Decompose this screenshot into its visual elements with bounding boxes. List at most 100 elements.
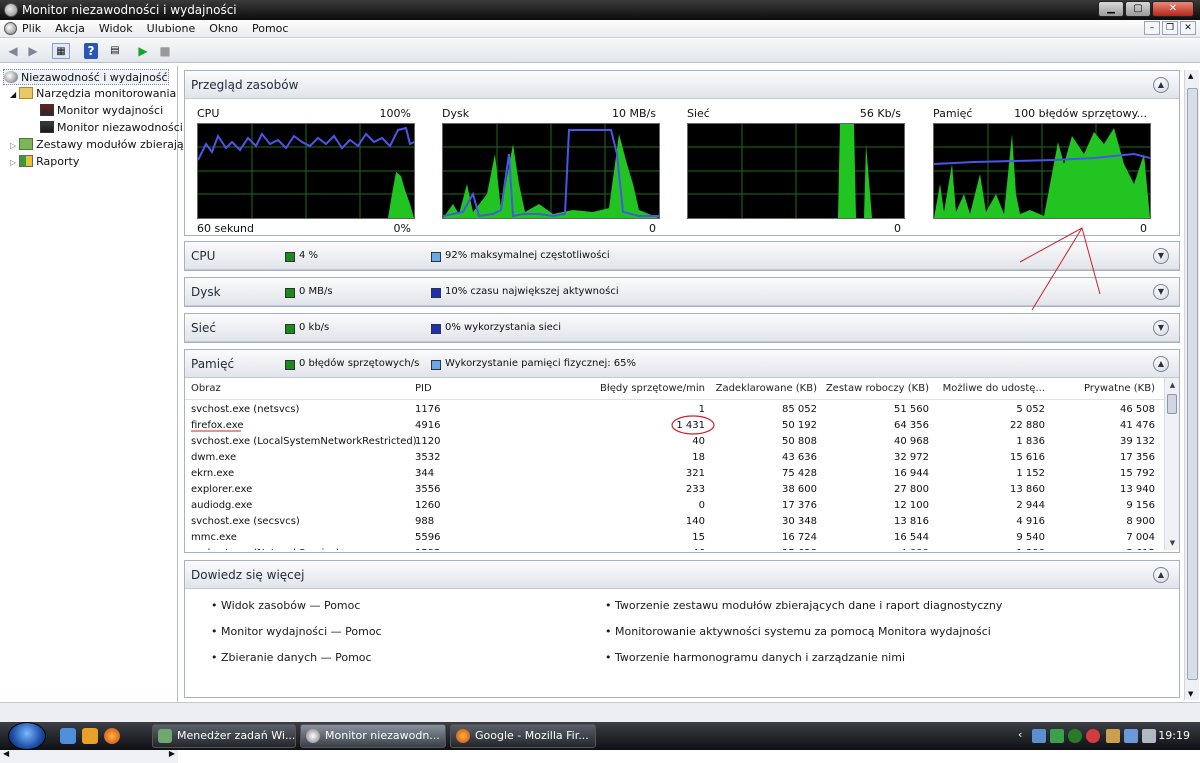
mdi-minimize-button[interactable]: – [1144, 21, 1160, 35]
scroll-left-icon[interactable]: ◀ [3, 749, 9, 758]
tray-app-icon[interactable] [1086, 729, 1100, 743]
console-tree-icon[interactable]: ▦ [52, 43, 70, 59]
scroll-up-icon[interactable]: ▲ [1165, 378, 1180, 392]
play-icon[interactable]: ▶ [134, 43, 152, 59]
taskbar: Menedżer zadań Wi... Monitor niezawodn..… [0, 722, 1200, 750]
start-button[interactable] [8, 722, 46, 750]
overview-section: Przegląd zasobów ▲ CPU 100% 60 sekund 0% [184, 70, 1180, 236]
forward-arrow-icon[interactable]: ▶ [24, 43, 42, 59]
tree-item-performance-monitor[interactable]: Monitor wydajności [40, 103, 163, 119]
clock[interactable]: 19:19 [1158, 729, 1190, 742]
minimize-button[interactable]: ▁ [1098, 1, 1124, 17]
expanded-triangle-icon[interactable]: ◢ [10, 90, 16, 99]
collapse-icon[interactable]: ▲ [1153, 567, 1169, 583]
graph-name: CPU [197, 107, 220, 120]
firefox-icon[interactable] [104, 728, 120, 744]
disk-graph-svg [442, 124, 659, 218]
menu-plik[interactable]: Plik [22, 22, 41, 35]
scroll-right-icon[interactable]: ▶ [169, 749, 175, 758]
learn-more-header[interactable]: Dowiedz się więcej ▲ [185, 561, 1179, 589]
main-vertical-scrollbar[interactable]: ▲ ▼ [1184, 70, 1199, 700]
tray-chevron-icon[interactable]: ‹ [1018, 728, 1022, 741]
expand-icon[interactable]: ▼ [1153, 320, 1169, 336]
scroll-down-icon[interactable]: ▼ [1165, 536, 1180, 550]
disk-title: Dysk [191, 285, 221, 299]
menu-bar: Plik Akcja Widok Ulubione Okno Pomoc – ❐… [0, 20, 1200, 38]
red-annotation [191, 415, 715, 435]
tree-item-reliability-monitor[interactable]: Monitor niezawodności [40, 120, 183, 136]
graph-bottom-right: 0% [393, 222, 411, 235]
link-monitor-activity[interactable]: • Monitorowanie aktywności systemu za po… [605, 625, 991, 638]
legend-blue-square [431, 252, 441, 262]
taskbar-button-reliability-monitor[interactable]: Monitor niezawodn... [300, 724, 446, 748]
tray-app-icon[interactable] [1068, 729, 1082, 743]
link-data-collection-help[interactable]: • Zbieranie danych — Pomoc [211, 651, 372, 664]
collapse-icon[interactable]: ▲ [1153, 77, 1169, 93]
mdi-restore-button[interactable]: ❐ [1162, 21, 1178, 35]
tree-item-reports[interactable]: ▷ Raporty [10, 154, 79, 170]
tree-item-monitoring-tools[interactable]: ◢ Narzędzia monitorowania [10, 86, 176, 102]
menu-okno[interactable]: Okno [209, 22, 238, 35]
volume-icon[interactable] [1142, 729, 1156, 743]
legend-green-square [285, 324, 295, 334]
legend-green-square [285, 252, 295, 262]
scroll-up-icon[interactable]: ▲ [1188, 72, 1193, 80]
link-create-collector-set[interactable]: • Tworzenie zestawu modułów zbierających… [605, 599, 1002, 612]
close-button[interactable]: ✕ [1152, 1, 1194, 17]
network-graph-svg [688, 124, 904, 218]
network-header[interactable]: Sieć 0 kb/s 0% wykorzystania sieci ▼ [185, 314, 1179, 342]
tray-app-icon[interactable] [1050, 729, 1064, 743]
graph-name: Pamięć [933, 107, 973, 120]
media-player-icon[interactable] [82, 728, 98, 744]
action-pane-icon[interactable]: ▤ [106, 43, 124, 59]
mmc-icon[interactable] [4, 22, 17, 35]
graph-bottom-right: 0 [894, 222, 901, 235]
menu-widok[interactable]: Widok [99, 22, 133, 35]
tray-app-icon[interactable] [1106, 729, 1120, 743]
overview-header[interactable]: Przegląd zasobów ▲ [185, 71, 1179, 99]
resource-view: Przegląd zasobów ▲ CPU 100% 60 sekund 0% [184, 70, 1180, 700]
mdi-close-button[interactable]: ✕ [1180, 21, 1196, 35]
collector-set-icon [19, 138, 34, 150]
legend-blue-square [431, 324, 441, 334]
menu-ulubione[interactable]: Ulubione [147, 22, 196, 35]
toolbar: ◀ ▶ ▦ ? ▤ ▶ ■ [0, 39, 1200, 63]
disk-activity: 10% czasu największej aktywności [445, 286, 619, 297]
link-resource-view-help[interactable]: • Widok zasobów — Pomoc [211, 599, 360, 612]
learn-more-title: Dowiedz się więcej [191, 568, 305, 582]
back-arrow-icon[interactable]: ◀ [4, 43, 22, 59]
app-icon [4, 3, 18, 17]
taskbar-button-task-manager[interactable]: Menedżer zadań Wi... [152, 724, 296, 748]
table-vertical-scrollbar[interactable]: ▲ ▼ [1164, 378, 1179, 550]
scroll-thumb[interactable] [1187, 88, 1198, 680]
gauge-icon [4, 71, 18, 83]
network-icon[interactable] [1124, 729, 1138, 743]
scroll-thumb[interactable] [1167, 394, 1177, 414]
graph-name: Sieć [687, 107, 710, 120]
graph-canvas [933, 123, 1151, 219]
scroll-down-icon[interactable]: ▼ [1188, 690, 1193, 698]
link-performance-monitor-help[interactable]: • Monitor wydajności — Pomoc [211, 625, 382, 638]
disk-throughput: 0 MB/s [299, 286, 333, 297]
tree-item-data-collector-sets[interactable]: ▷ Zestawy modułów zbierają [10, 137, 184, 153]
cpu-title: CPU [191, 249, 216, 263]
network-throughput: 0 kb/s [299, 322, 330, 333]
tree-item-reliability-performance[interactable]: Niezawodność i wydajność [3, 69, 169, 85]
stop-icon[interactable]: ■ [156, 43, 174, 59]
monitor-chart-icon [40, 121, 54, 133]
tray-app-icon[interactable] [1032, 729, 1046, 743]
collapsed-triangle-icon[interactable]: ▷ [10, 141, 16, 150]
overview-title: Przegląd zasobów [191, 78, 299, 92]
taskbar-button-firefox[interactable]: Google - Mozilla Fir... [450, 724, 596, 748]
collapsed-triangle-icon[interactable]: ▷ [10, 158, 16, 167]
maximize-button[interactable]: ▢ [1125, 1, 1151, 17]
task-manager-icon [158, 729, 172, 743]
menu-pomoc[interactable]: Pomoc [252, 22, 288, 35]
menu-akcja[interactable]: Akcja [55, 22, 85, 35]
link-schedule-data[interactable]: • Tworzenie harmonogramu danych i zarząd… [605, 651, 905, 664]
show-desktop-icon[interactable] [60, 728, 76, 744]
title-bar: Monitor niezawodności i wydajności ▁ ▢ ✕ [0, 0, 1200, 20]
graph-max: 100% [379, 107, 411, 120]
help-icon[interactable]: ? [84, 43, 98, 59]
graph-cpu: CPU 100% 60 sekund 0% [197, 107, 417, 235]
